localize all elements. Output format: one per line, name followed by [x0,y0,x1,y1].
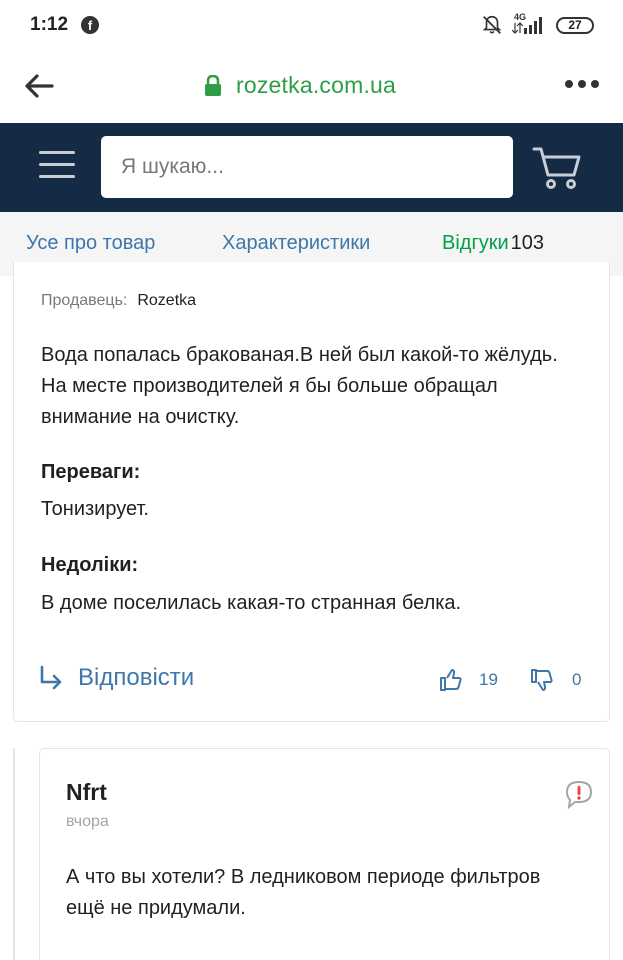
seller-name: Rozetka [137,292,197,309]
battery-indicator: 27 [556,17,594,34]
lock-icon [205,74,221,96]
review-card: Продавець: Rozetka Вода попалась бракован… [13,262,610,722]
answer-date: вчора [66,813,109,830]
answer-card: Nfrt вчора А что вы хотели? В ледниковом… [39,748,610,960]
answer-author: Nfrt [66,779,107,805]
status-time: 1:12 [30,14,69,35]
seller-row: Продавець: Rozetka [41,292,196,310]
thumbs-down-icon [531,669,553,691]
reply-label: Відповісти [78,664,195,691]
status-bar: 1:12 f 4G 27 [0,0,623,50]
review-text: Вода попалась бракованая.В ней был какой… [41,344,558,428]
more-options-icon[interactable] [564,79,600,89]
search-input[interactable] [101,136,513,198]
url-text: rozetka.com.ua [236,72,397,98]
like-count: 19 [479,670,498,689]
pros-title: Переваги: [41,461,141,483]
complain-icon[interactable] [564,779,594,809]
facebook-icon: f [81,16,99,34]
site-header [0,123,623,212]
cons-text: В доме поселилась какая-то странная белк… [41,592,462,614]
answer-text: А что вы хотели? В ледниковом периоде фи… [66,866,541,919]
thumbs-up-icon [440,669,462,691]
bell-off-icon [482,15,502,34]
seller-label: Продавець: [41,292,128,309]
hamburger-menu-icon[interactable] [39,150,75,180]
like-button[interactable]: 19 [439,668,498,692]
pros-text: Тонизирует. [41,498,149,520]
cart-icon[interactable] [532,145,582,191]
back-arrow-icon[interactable] [24,72,54,100]
reply-button[interactable]: Відповісти [38,664,194,692]
dislike-count: 0 [572,670,582,689]
signal-icon [512,17,542,34]
browser-bar: rozetka.com.ua [0,50,623,123]
dislike-button[interactable]: 0 [530,668,581,692]
address-bar[interactable]: rozetka.com.ua [204,72,396,99]
tab-reviews-label: Відгуки [442,232,509,254]
thread-line [13,748,15,960]
reply-arrow-icon [40,665,62,690]
cons-title: Недоліки: [41,554,139,576]
tab-reviews-count: 103 [510,232,545,254]
